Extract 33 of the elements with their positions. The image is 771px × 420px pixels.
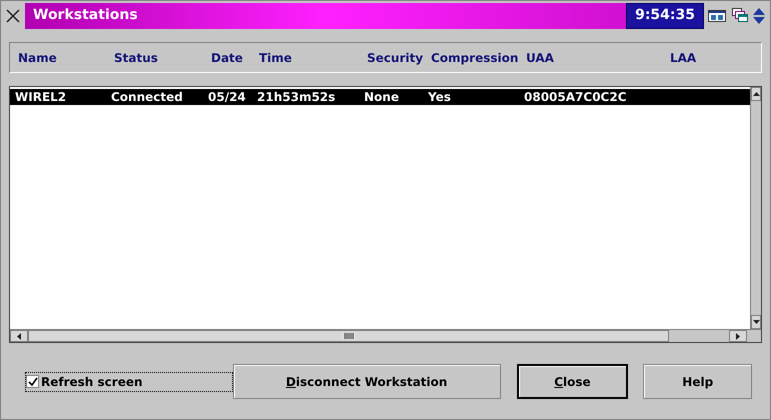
column-header: Time <box>259 50 293 66</box>
table-cell-text: 05/24 <box>208 89 247 106</box>
help-button[interactable]: Help <box>643 364 752 399</box>
up-down-icon[interactable] <box>752 6 766 26</box>
left-arrow-icon[interactable] <box>17 332 21 340</box>
up-arrow-icon[interactable] <box>752 92 760 96</box>
window-title: Workstations <box>33 6 138 25</box>
column-header: Status <box>114 50 159 66</box>
column-header: LAA <box>670 50 698 66</box>
horizontal-scrollbar[interactable] <box>10 329 761 342</box>
column-header: UAA <box>526 50 555 66</box>
column-header: Compression <box>431 50 520 66</box>
clock: 9:54:35 <box>626 2 704 28</box>
close-button[interactable]: Close <box>516 364 628 399</box>
mnemonic-letter: C <box>554 374 564 388</box>
table-cell-text: 21h53m52s <box>257 89 336 106</box>
column-header: Date <box>211 50 244 66</box>
down-arrow-icon[interactable] <box>752 320 760 324</box>
disconnect-button[interactable]: Disconnect Workstation <box>232 364 501 399</box>
table-cell-text: Yes <box>428 89 452 106</box>
refresh-checkbox[interactable]: Refresh screen <box>25 372 233 392</box>
grip-icon[interactable] <box>344 333 354 339</box>
column-header: Security <box>367 50 424 66</box>
vertical-scrollbar[interactable] <box>750 87 761 329</box>
table-cell-text: Connected <box>111 89 184 106</box>
mnemonic-letter: D <box>286 374 296 388</box>
table-cell-text: None <box>364 89 400 106</box>
table-row[interactable]: WIREL2 Connected 05/24 21h53m52s None Yes 08005A7C0C2C <box>10 89 750 105</box>
checkbox[interactable] <box>26 375 39 388</box>
column-header: Name <box>18 50 58 66</box>
table-cell-text: WIREL2 <box>15 89 68 106</box>
table-cell-text: 08005A7C0C2C <box>524 89 628 106</box>
right-arrow-icon[interactable] <box>736 332 740 340</box>
